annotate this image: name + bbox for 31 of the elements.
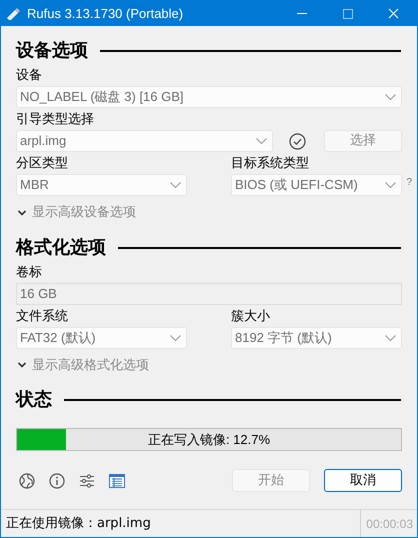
settings-sliders-icon[interactable] [79, 472, 95, 488]
chevron-down-icon [170, 334, 181, 340]
chevron-down-icon [256, 138, 267, 144]
field-label: 目标系统类型 [231, 154, 310, 172]
log-icon[interactable] [109, 474, 125, 488]
field-label: 簇大小 [231, 306, 271, 324]
field-label: 文件系统 [16, 306, 69, 324]
field-label: 分区类型 [16, 154, 69, 172]
advanced-options-toggle[interactable]: 显示高级设备选项 [18, 203, 136, 222]
chevron-down-icon [18, 210, 26, 216]
chevron-down-icon [170, 182, 181, 188]
window-title: Rufus 3.13.1730 (Portable) [27, 4, 184, 23]
section-heading: 格式化选项 [16, 236, 106, 260]
globe-icon[interactable] [19, 472, 35, 488]
advanced-options-toggle[interactable]: 显示高级格式化选项 [18, 356, 149, 375]
chevron-down-icon [385, 182, 396, 188]
cancel-button[interactable]: 取消 [324, 469, 402, 492]
elapsed-time: 00:00:03 [365, 516, 414, 532]
chevron-down-icon [18, 362, 26, 368]
usb-drive-icon [6, 8, 20, 20]
field-label: 设备 [16, 66, 43, 84]
field-label: 引导类型选择 [16, 110, 95, 128]
section-heading: 设备选项 [16, 39, 88, 63]
progress-text: 正在写入镜像: 12.7% [148, 430, 270, 449]
section-heading: 状态 [16, 388, 52, 412]
field-label: 卷标 [16, 262, 43, 280]
status-text: 正在使用镜像：arpl.img [6, 514, 151, 533]
info-icon[interactable] [49, 472, 65, 488]
chevron-down-icon [385, 334, 396, 340]
check-circle-icon [289, 132, 306, 150]
chevron-down-icon [385, 94, 396, 100]
